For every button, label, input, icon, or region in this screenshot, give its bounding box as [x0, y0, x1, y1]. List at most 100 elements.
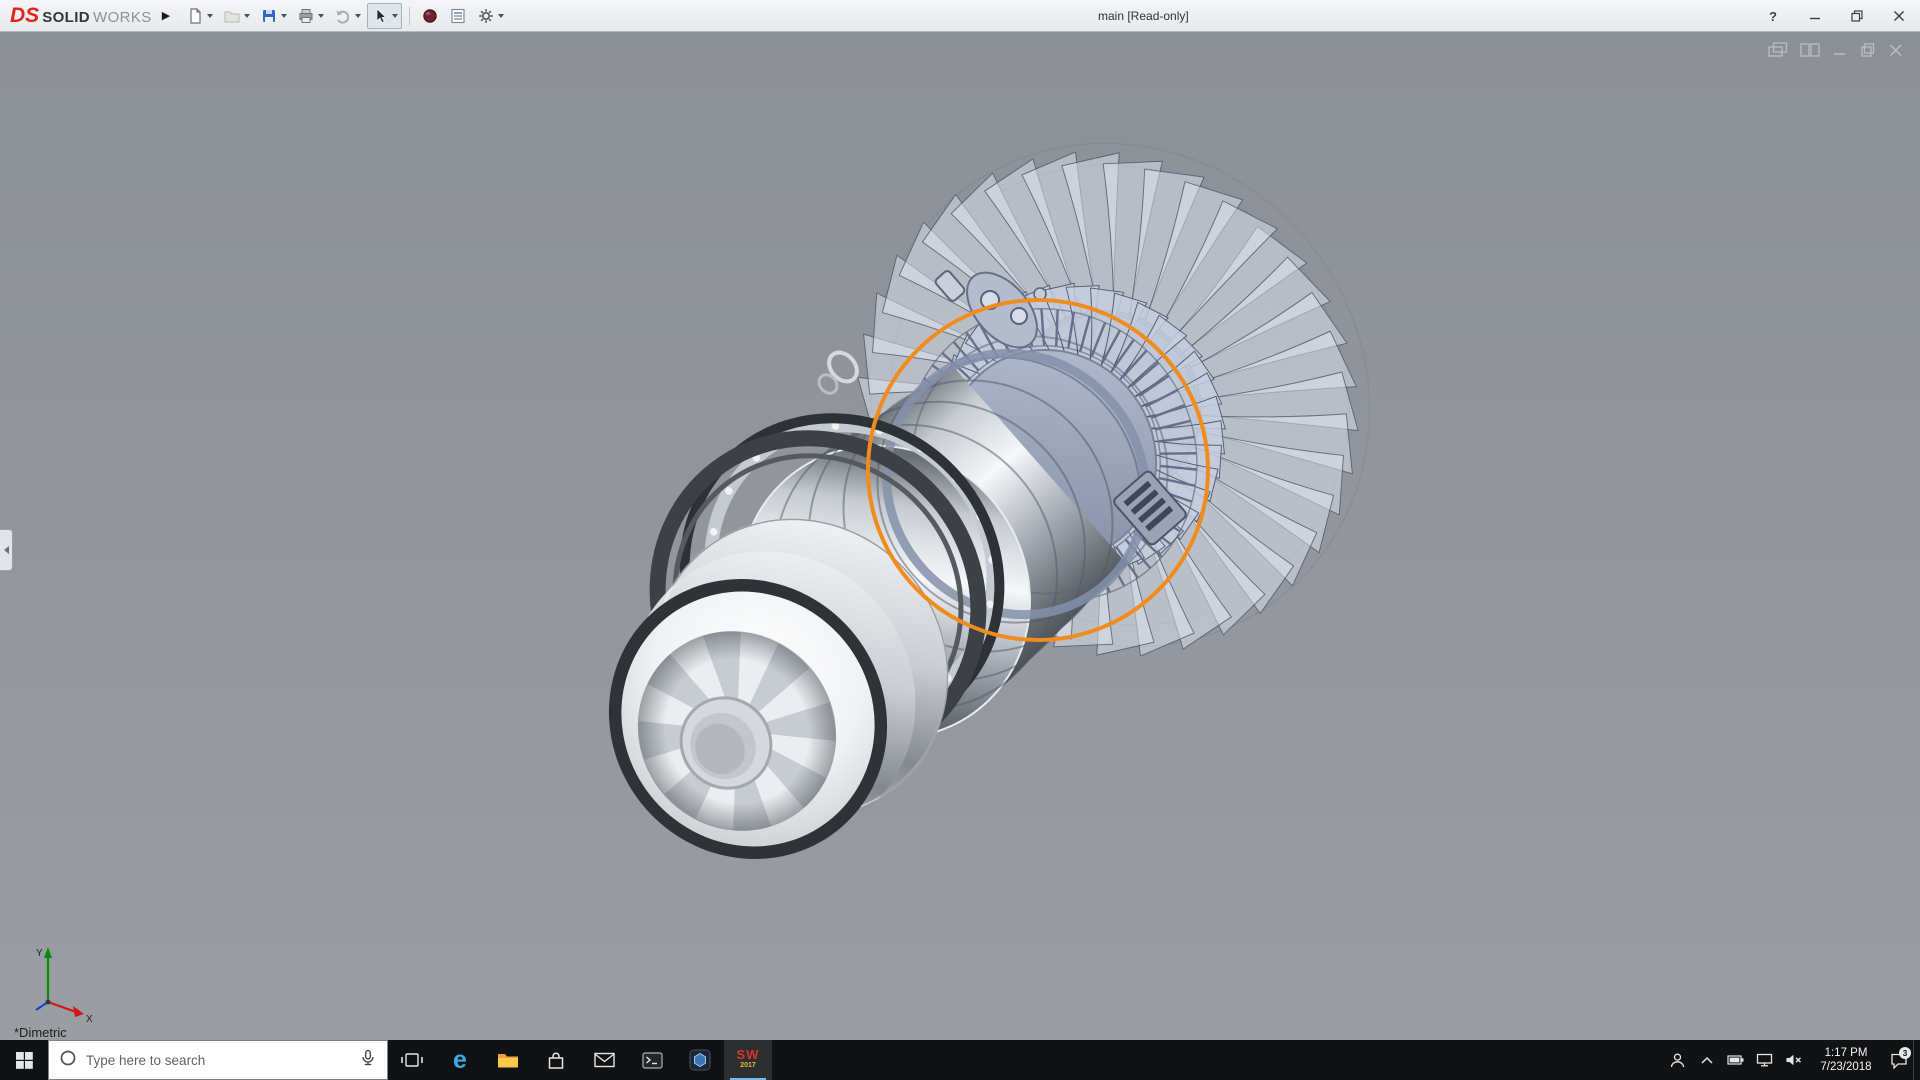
- window-controls: ?: [1752, 0, 1920, 32]
- network-ethernet-icon: [1756, 1053, 1773, 1067]
- expand-toolbar-button[interactable]: ▶: [162, 9, 170, 22]
- doc-close-button[interactable]: [1888, 42, 1904, 62]
- store-button[interactable]: [532, 1040, 580, 1080]
- file-explorer-icon: [497, 1051, 519, 1069]
- start-button[interactable]: [0, 1040, 48, 1080]
- command-prompt-icon: [642, 1052, 663, 1069]
- solidworks-app-icon: SW 2017: [737, 1049, 760, 1071]
- dropdown-caret: [281, 14, 287, 18]
- edge-icon: e: [453, 1048, 467, 1073]
- action-center-button[interactable]: 3: [1884, 1040, 1913, 1080]
- dropdown-caret: [498, 14, 504, 18]
- viewport-3d[interactable]: Y X *Dimetric: [0, 32, 1920, 1040]
- toolbar-separator: [409, 7, 410, 25]
- microphone-icon[interactable]: [359, 1049, 377, 1072]
- people-icon: [1669, 1052, 1686, 1069]
- save-floppy-icon: [260, 7, 278, 25]
- solidworks-taskbar-button[interactable]: SW 2017: [724, 1040, 772, 1080]
- minimize-button[interactable]: [1794, 0, 1836, 32]
- orientation-triad[interactable]: Y X: [14, 940, 98, 1026]
- open-button[interactable]: [219, 3, 254, 29]
- left-panel-flyout-tab[interactable]: [0, 529, 13, 571]
- close-button[interactable]: [1878, 0, 1920, 32]
- show-desktop-button[interactable]: [1913, 1040, 1920, 1080]
- file-explorer-button[interactable]: [484, 1040, 532, 1080]
- ds-logo-mark: DS: [10, 6, 39, 26]
- undo-arrow-icon: [334, 7, 352, 25]
- new-document-button[interactable]: [182, 3, 217, 29]
- task-view-button[interactable]: [388, 1040, 436, 1080]
- select-button[interactable]: [367, 3, 402, 29]
- triad-x-label: X: [86, 1014, 93, 1025]
- mail-envelope-icon: [594, 1052, 615, 1068]
- flyout-arrow-icon: [4, 546, 9, 554]
- solidworks-logo: DS SOLIDWORKS: [10, 6, 152, 26]
- titlebar: DS SOLIDWORKS ▶: [0, 0, 1920, 32]
- people-button[interactable]: [1663, 1040, 1692, 1080]
- printer-icon: [297, 7, 315, 25]
- search-input[interactable]: [86, 1053, 350, 1068]
- mail-button[interactable]: [580, 1040, 628, 1080]
- doc-close-icon: [1888, 42, 1904, 59]
- triad-y-label: Y: [36, 948, 43, 959]
- dropdown-caret: [318, 14, 324, 18]
- notification-badge: 3: [1899, 1047, 1911, 1059]
- volume-muted-icon: [1785, 1053, 1803, 1067]
- quick-access-toolbar: [182, 3, 508, 29]
- tile-windows-icon: [1800, 42, 1820, 59]
- minimize-icon: [1809, 10, 1821, 22]
- dropdown-caret: [355, 14, 361, 18]
- select-cursor-icon: [371, 7, 389, 25]
- doc-minimize-icon: [1832, 42, 1848, 59]
- options-list-icon: [449, 7, 467, 25]
- dropdown-caret: [244, 14, 250, 18]
- open-folder-icon: [223, 7, 241, 25]
- document-title: main [Read-only]: [1098, 0, 1189, 32]
- chevron-up-icon: [1700, 1055, 1714, 1065]
- close-icon: [1893, 10, 1905, 22]
- appearance-sphere-icon: [421, 7, 439, 25]
- volume-button[interactable]: [1779, 1040, 1808, 1080]
- new-document-icon: [186, 7, 204, 25]
- doc-restore-icon: [1860, 42, 1876, 59]
- maximize-restore-button[interactable]: [1836, 0, 1878, 32]
- hexagon-app-button[interactable]: [676, 1040, 724, 1080]
- document-window-controls: [1768, 42, 1904, 62]
- restore-icon: [1851, 10, 1863, 22]
- network-button[interactable]: [1750, 1040, 1779, 1080]
- system-tray: 1:17 PM 7/23/2018 3: [1663, 1040, 1920, 1080]
- taskbar-search[interactable]: [48, 1040, 388, 1080]
- dropdown-caret: [392, 14, 398, 18]
- taskbar: e SW 2017: [0, 1040, 1920, 1080]
- hexagon-app-icon: [689, 1049, 711, 1071]
- cascade-windows-icon: [1768, 42, 1788, 59]
- solidworks-window: DS SOLIDWORKS ▶: [0, 0, 1920, 1080]
- edge-browser-button[interactable]: e: [436, 1040, 484, 1080]
- cortana-icon[interactable]: [59, 1049, 77, 1072]
- appearance-button[interactable]: [417, 3, 443, 29]
- dropdown-caret: [207, 14, 213, 18]
- tray-time: 1:17 PM: [1825, 1046, 1868, 1060]
- command-prompt-button[interactable]: [628, 1040, 676, 1080]
- hidden-icons-button[interactable]: [1692, 1040, 1721, 1080]
- undo-button[interactable]: [330, 3, 365, 29]
- save-button[interactable]: [256, 3, 291, 29]
- windows-logo-icon: [16, 1052, 33, 1069]
- print-button[interactable]: [293, 3, 328, 29]
- task-view-icon: [401, 1051, 423, 1069]
- clock[interactable]: 1:17 PM 7/23/2018: [1808, 1040, 1884, 1080]
- settings-button[interactable]: [473, 3, 508, 29]
- store-bag-icon: [546, 1051, 566, 1070]
- battery-icon: [1727, 1054, 1745, 1066]
- help-button[interactable]: ?: [1752, 0, 1794, 32]
- battery-button[interactable]: [1721, 1040, 1750, 1080]
- doc-tile-button[interactable]: [1800, 42, 1820, 62]
- doc-restore-button[interactable]: [1860, 42, 1876, 62]
- options-list-button[interactable]: [445, 3, 471, 29]
- tray-date: 7/23/2018: [1820, 1060, 1871, 1074]
- doc-cascade-button[interactable]: [1768, 42, 1788, 62]
- view-orientation-label: *Dimetric: [14, 1025, 67, 1040]
- engine-3d-model[interactable]: [0, 32, 1920, 1040]
- settings-gear-icon: [477, 7, 495, 25]
- doc-minimize-button[interactable]: [1832, 42, 1848, 62]
